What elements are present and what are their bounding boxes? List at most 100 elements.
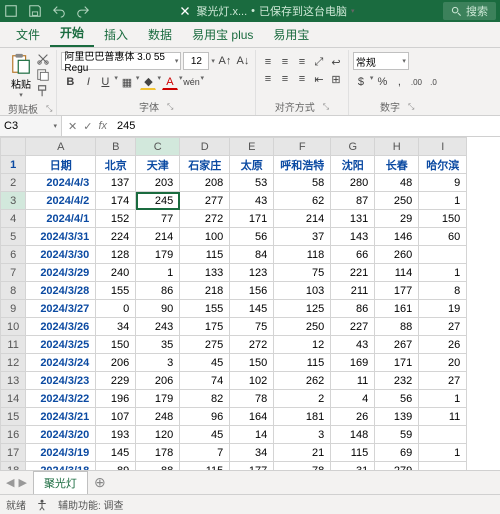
row-header[interactable]: 7	[1, 264, 26, 282]
data-cell[interactable]: 171	[375, 354, 419, 372]
font-name-select[interactable]: 阿里巴巴普惠体 3.0 55 Regu▾	[61, 52, 181, 70]
data-cell[interactable]: 9	[419, 174, 467, 192]
data-cell[interactable]: 203	[136, 174, 180, 192]
data-cell[interactable]: 279	[375, 462, 419, 471]
row-header[interactable]: 9	[1, 300, 26, 318]
col-header[interactable]: H	[375, 138, 419, 156]
header-cell[interactable]: 太原	[230, 156, 274, 174]
align-left-icon[interactable]: ≡	[260, 71, 276, 87]
increase-font-icon[interactable]: A↑	[217, 53, 233, 69]
data-cell[interactable]: 277	[180, 192, 230, 210]
data-cell[interactable]: 164	[230, 408, 274, 426]
data-cell[interactable]: 59	[375, 426, 419, 444]
data-cell[interactable]: 179	[136, 390, 180, 408]
data-cell[interactable]: 4	[331, 390, 375, 408]
data-cell[interactable]: 1	[419, 444, 467, 462]
tab-yyb-plus[interactable]: 易用宝 plus	[182, 21, 263, 47]
col-header[interactable]: C	[136, 138, 180, 156]
header-cell[interactable]: 长春	[375, 156, 419, 174]
data-cell[interactable]: 193	[96, 426, 136, 444]
data-cell[interactable]: 1	[419, 192, 467, 210]
orientation-icon[interactable]: ⤢	[311, 54, 327, 70]
data-cell[interactable]: 155	[96, 282, 136, 300]
fill-color-button[interactable]: ◆	[140, 74, 156, 90]
cancel-icon[interactable]: ✕	[68, 120, 77, 133]
data-cell[interactable]: 86	[331, 300, 375, 318]
row-header[interactable]: 8	[1, 282, 26, 300]
data-cell[interactable]: 248	[136, 408, 180, 426]
data-cell[interactable]: 206	[96, 354, 136, 372]
data-cell[interactable]: 245	[136, 192, 180, 210]
data-cell[interactable]: 1	[419, 390, 467, 408]
data-cell[interactable]: 3	[136, 354, 180, 372]
data-cell[interactable]: 143	[331, 228, 375, 246]
data-cell[interactable]: 34	[230, 444, 274, 462]
data-cell[interactable]: 20	[419, 354, 467, 372]
percent-icon[interactable]: %	[374, 74, 390, 90]
data-cell[interactable]: 260	[375, 246, 419, 264]
fx-icon[interactable]: fx	[98, 120, 107, 133]
row-header[interactable]: 5	[1, 228, 26, 246]
data-cell[interactable]: 27	[419, 372, 467, 390]
data-cell[interactable]: 43	[331, 336, 375, 354]
data-cell[interactable]: 1	[419, 264, 467, 282]
add-sheet-button[interactable]: ⊕	[88, 474, 112, 491]
row-header[interactable]: 2	[1, 174, 26, 192]
data-cell[interactable]: 88	[375, 318, 419, 336]
data-cell[interactable]: 115	[274, 354, 331, 372]
border-button[interactable]: ▦	[119, 74, 135, 90]
align-bottom-icon[interactable]: ≡	[294, 54, 310, 70]
data-cell[interactable]: 19	[419, 300, 467, 318]
indent-dec-icon[interactable]: ⇤	[311, 71, 327, 87]
data-cell[interactable]: 77	[136, 210, 180, 228]
align-center-icon[interactable]: ≡	[277, 71, 293, 87]
data-cell[interactable]: 29	[375, 210, 419, 228]
date-cell[interactable]: 2024/3/31	[26, 228, 96, 246]
row-header[interactable]: 15	[1, 408, 26, 426]
align-right-icon[interactable]: ≡	[294, 71, 310, 87]
data-cell[interactable]: 150	[96, 336, 136, 354]
data-cell[interactable]: 43	[230, 192, 274, 210]
data-cell[interactable]: 75	[274, 264, 331, 282]
header-cell[interactable]: 天津	[136, 156, 180, 174]
data-cell[interactable]: 177	[375, 282, 419, 300]
data-cell[interactable]: 102	[230, 372, 274, 390]
data-cell[interactable]: 148	[331, 426, 375, 444]
data-cell[interactable]: 229	[96, 372, 136, 390]
header-cell[interactable]: 北京	[96, 156, 136, 174]
date-cell[interactable]: 2024/3/28	[26, 282, 96, 300]
row-header[interactable]: 3	[1, 192, 26, 210]
tab-home[interactable]: 开始	[50, 19, 94, 47]
data-cell[interactable]: 115	[180, 462, 230, 471]
currency-icon[interactable]: $	[353, 74, 369, 90]
col-header[interactable]: E	[230, 138, 274, 156]
tab-data[interactable]: 数据	[138, 21, 182, 47]
date-cell[interactable]: 2024/3/19	[26, 444, 96, 462]
data-cell[interactable]: 115	[331, 444, 375, 462]
data-cell[interactable]: 152	[96, 210, 136, 228]
data-cell[interactable]: 88	[136, 462, 180, 471]
data-cell[interactable]: 66	[331, 246, 375, 264]
data-cell[interactable]: 169	[331, 354, 375, 372]
data-cell[interactable]: 177	[230, 462, 274, 471]
header-cell[interactable]: 石家庄	[180, 156, 230, 174]
data-cell[interactable]: 178	[136, 444, 180, 462]
save-icon[interactable]	[28, 4, 42, 18]
data-cell[interactable]: 171	[230, 210, 274, 228]
data-cell[interactable]: 146	[375, 228, 419, 246]
data-cell[interactable]: 82	[180, 390, 230, 408]
data-cell[interactable]: 45	[180, 426, 230, 444]
row-header[interactable]: 11	[1, 336, 26, 354]
number-format-select[interactable]: 常规▾	[353, 52, 409, 70]
cut-icon[interactable]	[36, 52, 50, 66]
name-box[interactable]: C3▾	[0, 116, 62, 136]
data-cell[interactable]: 211	[331, 282, 375, 300]
align-top-icon[interactable]: ≡	[260, 54, 276, 70]
decrease-font-icon[interactable]: A↓	[235, 53, 251, 69]
data-cell[interactable]: 218	[180, 282, 230, 300]
data-cell[interactable]: 2	[274, 390, 331, 408]
align-middle-icon[interactable]: ≡	[277, 54, 293, 70]
data-cell[interactable]: 37	[274, 228, 331, 246]
data-cell[interactable]: 275	[180, 336, 230, 354]
col-header[interactable]: D	[180, 138, 230, 156]
